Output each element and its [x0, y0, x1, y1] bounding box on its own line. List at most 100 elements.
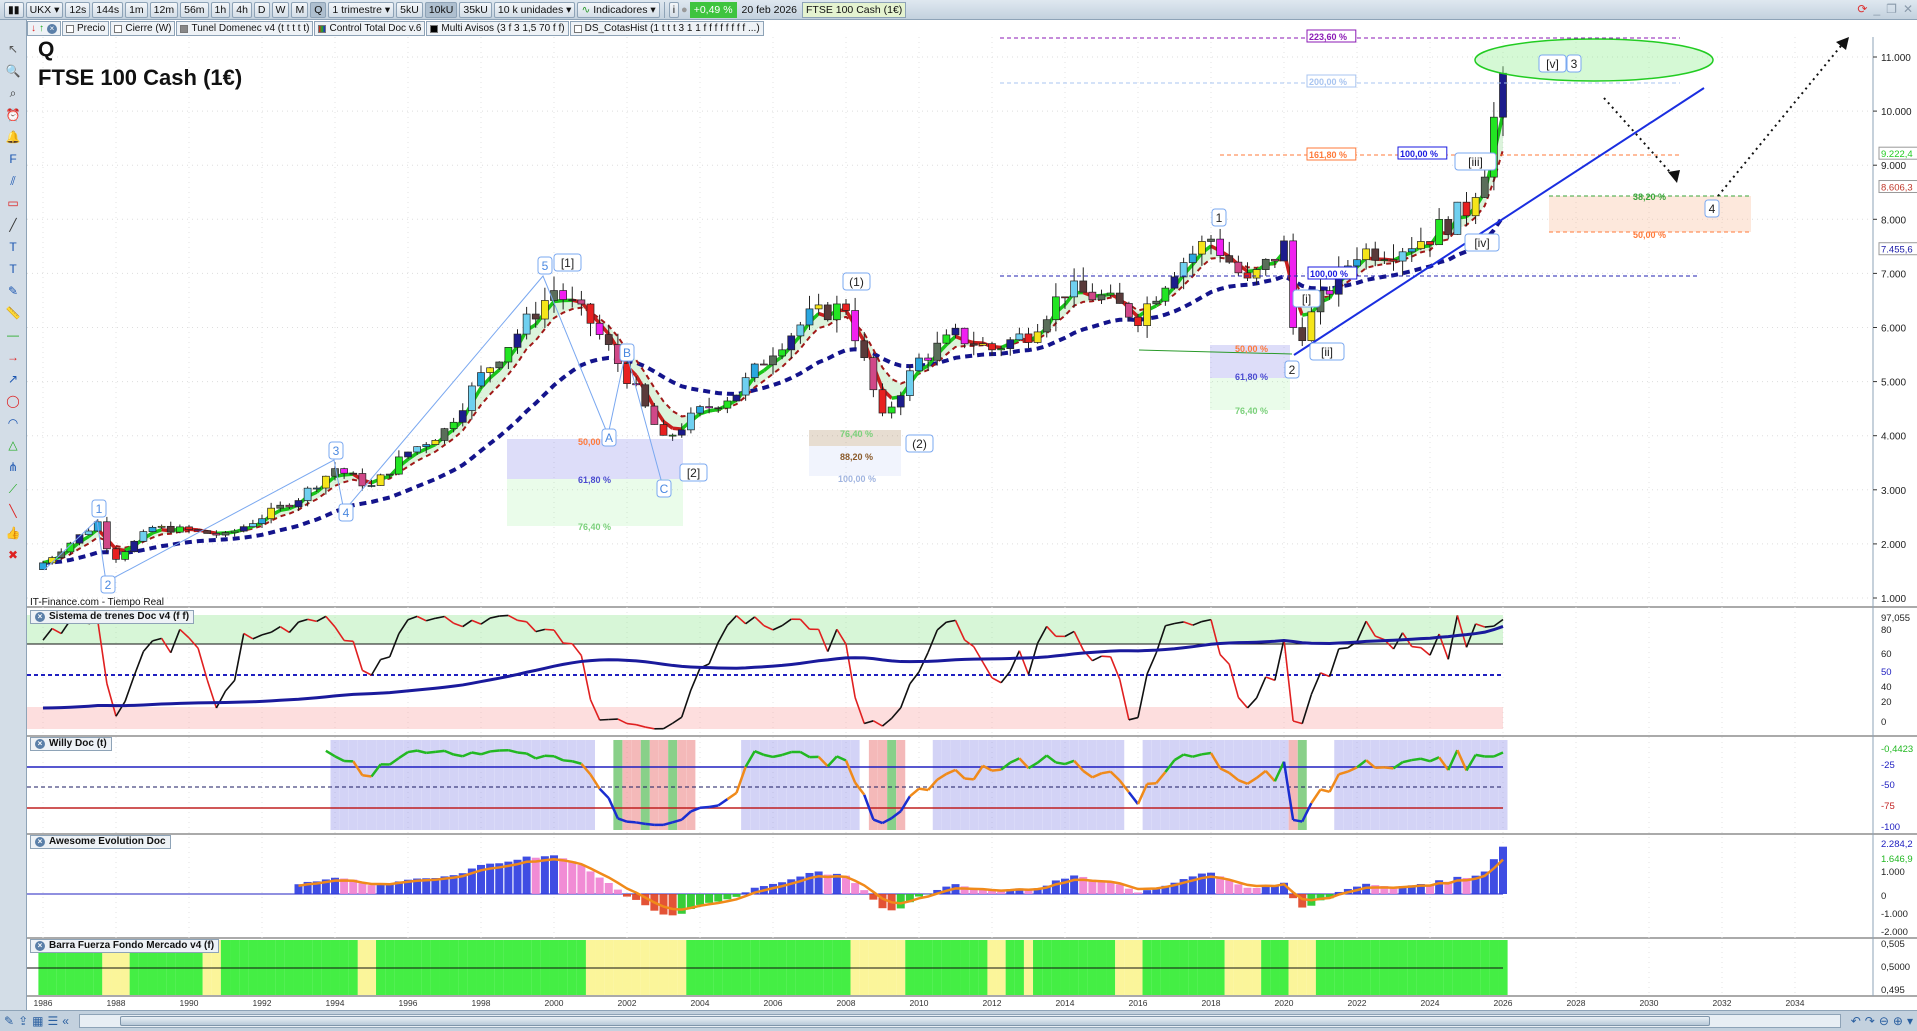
calculator-icon[interactable]: ▦: [32, 1014, 43, 1028]
price-axis-label: 10.000: [1881, 107, 1912, 118]
candle: [1042, 319, 1051, 333]
fib-label: 100,00 %: [1400, 149, 1438, 159]
candle: [358, 473, 367, 487]
chart-canvas[interactable]: 1986 1988 1990 1992 1994 1996 1998 2000 2002 2004…: [0, 0, 1917, 1031]
time-axis-label: 2024: [1421, 998, 1440, 1008]
fib-label: 76,40 %: [1235, 406, 1268, 416]
candle: [367, 485, 376, 487]
candle: [121, 551, 129, 560]
wave-label: 2: [1289, 363, 1296, 377]
close-panel-icon[interactable]: ×: [35, 837, 45, 847]
panel-title-sistema-trenes[interactable]: × Sistema de trenes Doc v4 (f f): [30, 610, 195, 624]
zoom-out-icon[interactable]: ⊖: [1879, 1014, 1889, 1028]
candle: [933, 342, 942, 361]
scroll-left-icon[interactable]: «: [62, 1014, 69, 1028]
awesome-bar: [1143, 890, 1152, 894]
willy-band: [996, 740, 1006, 830]
awesome-bar: [787, 879, 796, 894]
candle: [239, 526, 248, 532]
willy-band: [1170, 740, 1179, 830]
candle: [340, 468, 348, 474]
willy-band: [960, 740, 970, 830]
willy-line-segment: [918, 787, 929, 792]
awesome-bar: [604, 882, 613, 894]
price-tag: 9.222,4: [1881, 149, 1913, 160]
close-panel-icon[interactable]: ×: [35, 941, 45, 951]
fib-label: 50,00: [578, 437, 601, 447]
candle: [203, 530, 212, 534]
trenes-line-segment: [344, 639, 354, 643]
willy-band: [1087, 740, 1097, 830]
trenes-line-segment: [1420, 647, 1431, 656]
awesome-bar: [778, 882, 787, 894]
panel-title-willy[interactable]: × Willy Doc (t): [30, 737, 112, 751]
time-axis-label: 2030: [1640, 998, 1659, 1008]
awesome-bar: [376, 884, 385, 894]
willy-band: [1398, 740, 1408, 830]
candle: [1261, 258, 1270, 270]
willy-band: [686, 740, 696, 830]
list-icon[interactable]: ☰: [47, 1014, 58, 1028]
candle: [1052, 296, 1060, 321]
fib-label: 76,40 %: [840, 429, 873, 439]
fib-label: 38,20 %: [1633, 192, 1666, 202]
candle: [823, 304, 832, 321]
trenes-line-segment: [1219, 654, 1230, 665]
candle: [1179, 262, 1188, 278]
candle: [942, 334, 951, 344]
candle: [294, 500, 303, 508]
panel-axis-label: 60: [1881, 649, 1892, 660]
candle: [413, 446, 421, 453]
willy-band: [941, 740, 951, 830]
candle: [1444, 219, 1453, 235]
awesome-bar: [696, 894, 704, 905]
willy-band: [896, 740, 906, 830]
panel-title-label: Barra Fuerza Fondo Mercado v4 (f): [49, 940, 215, 951]
willy-band: [1261, 740, 1271, 830]
trenes-line-segment: [352, 641, 364, 671]
willy-line-segment: [453, 753, 463, 758]
close-panel-icon[interactable]: ×: [35, 739, 45, 749]
willy-band: [385, 740, 395, 830]
willy-line-segment: [517, 751, 527, 755]
panel-title-barra-fuerza[interactable]: × Barra Fuerza Fondo Mercado v4 (f): [30, 939, 220, 953]
awesome-bar: [1234, 884, 1243, 894]
zoom-in-icon[interactable]: ⊕: [1893, 1014, 1903, 1028]
fib-label: 50,00 %: [1235, 344, 1268, 354]
willy-band: [1060, 740, 1070, 830]
candle: [559, 290, 567, 300]
awesome-bar: [531, 857, 540, 894]
wave-label: [iv]: [1474, 236, 1489, 250]
willy-band: [1334, 740, 1344, 830]
candle: [513, 333, 522, 348]
candle: [258, 518, 266, 524]
redo-icon[interactable]: ↷: [1865, 1014, 1875, 1028]
wave-label: B: [623, 346, 631, 360]
awesome-bar: [860, 890, 869, 894]
scrollbar-thumb[interactable]: [119, 1016, 1710, 1026]
awesome-bar: [540, 856, 549, 894]
panel-axis-label: 50: [1881, 667, 1892, 678]
candle: [1325, 290, 1334, 295]
fib-label: 223,60 %: [1309, 32, 1347, 42]
willy-band: [1434, 740, 1444, 830]
awesome-bar: [1499, 846, 1507, 894]
share-icon[interactable]: ⇪: [18, 1014, 28, 1028]
willy-band: [1379, 740, 1389, 830]
candle: [1426, 241, 1434, 246]
undo-icon[interactable]: ↶: [1851, 1014, 1861, 1028]
close-panel-icon[interactable]: ×: [35, 612, 45, 622]
price-axis-label: 8.000: [1881, 215, 1906, 226]
horizontal-scrollbar[interactable]: [78, 1014, 1841, 1028]
trenes-line-segment: [1255, 676, 1267, 699]
willy-band: [394, 740, 404, 830]
awesome-bar: [1097, 880, 1106, 894]
willy-band: [540, 740, 550, 830]
pencil-icon[interactable]: ✎: [4, 1014, 14, 1028]
settings-icon[interactable]: ▾: [1907, 1014, 1913, 1028]
panel-title-awesome[interactable]: × Awesome Evolution Doc: [30, 835, 171, 849]
trenes-line-segment: [1310, 672, 1322, 695]
candle: [760, 363, 768, 366]
candle: [906, 370, 914, 396]
wave-label: (2): [912, 437, 927, 451]
